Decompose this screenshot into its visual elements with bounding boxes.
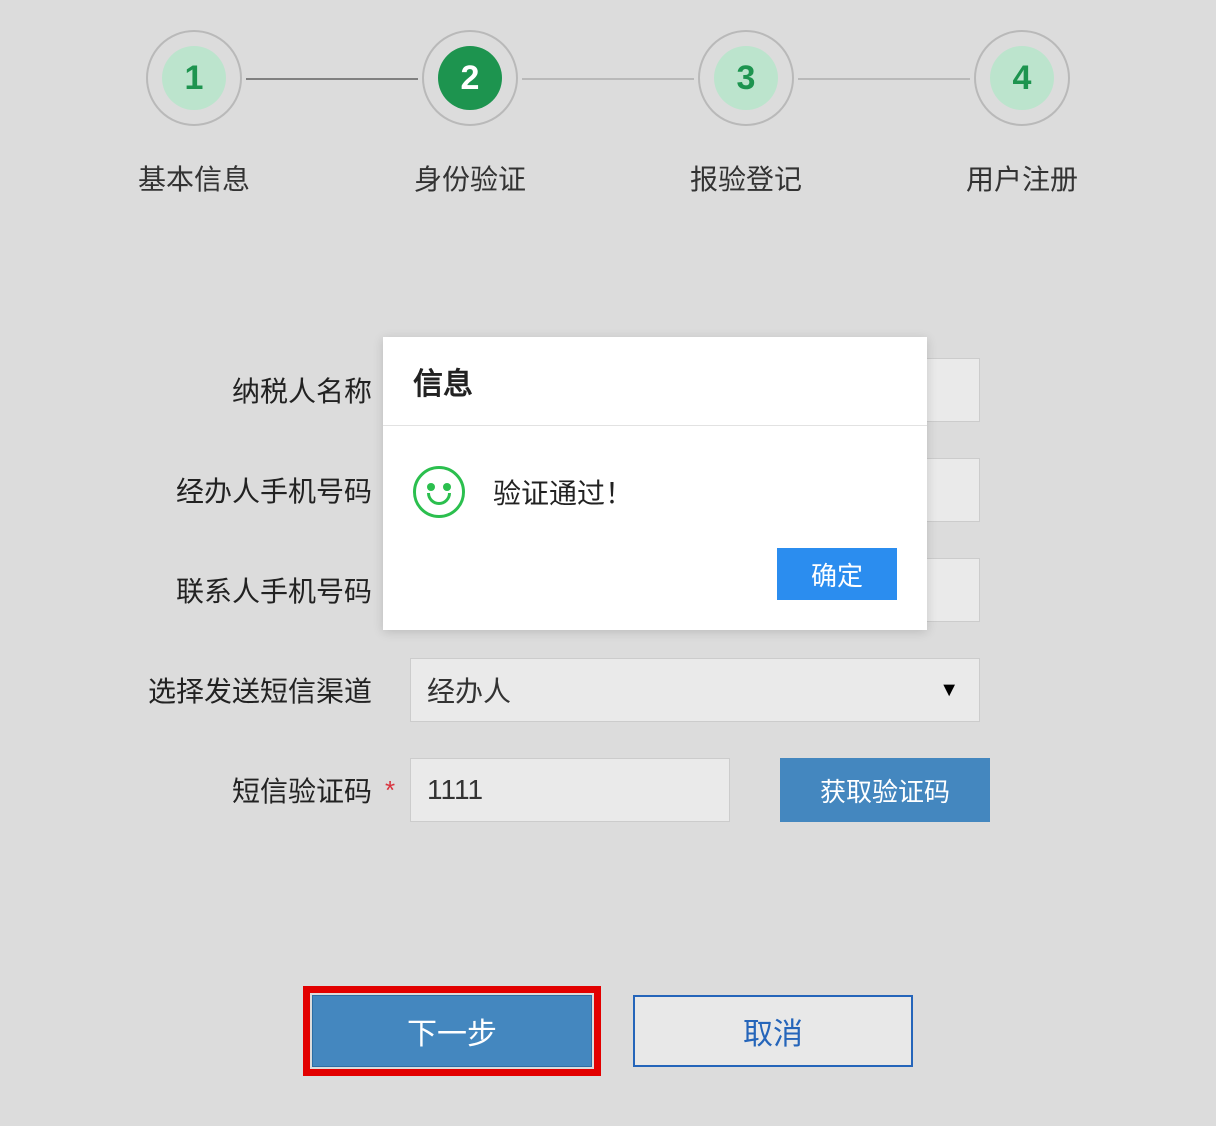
step-4-label: 用户注册 [966, 158, 1078, 198]
footer-buttons: 下一步 取消 [0, 986, 1216, 1076]
agent-phone-label: 经办人手机号码 [120, 470, 380, 510]
next-button-highlight: 下一步 [303, 986, 601, 1076]
sms-channel-row: 选择发送短信渠道 经办人 ▼ [120, 658, 1216, 722]
modal-message: 验证通过！ [493, 472, 633, 512]
success-smile-icon [413, 466, 465, 518]
sms-code-input[interactable] [410, 758, 730, 822]
sms-channel-value: 经办人 [427, 670, 511, 710]
step-4: 4 用户注册 [966, 30, 1078, 198]
step-3: 3 报验登记 [690, 30, 802, 198]
sms-code-row: 短信验证码 * 获取验证码 [120, 758, 1216, 822]
info-modal: 信息 验证通过！ 确定 [383, 337, 927, 630]
step-2: 2 身份验证 [414, 30, 526, 198]
step-4-circle: 4 [974, 30, 1070, 126]
modal-title: 信息 [383, 337, 927, 426]
taxpayer-name-label: 纳税人名称 [120, 370, 380, 410]
required-mark: * [380, 775, 400, 806]
step-connector [798, 78, 970, 80]
modal-ok-button[interactable]: 确定 [777, 548, 897, 600]
step-connector [246, 78, 418, 80]
get-code-button[interactable]: 获取验证码 [780, 758, 990, 822]
contact-phone-label: 联系人手机号码 [120, 570, 380, 610]
next-button[interactable]: 下一步 [312, 995, 592, 1067]
sms-channel-label: 选择发送短信渠道 [120, 670, 380, 710]
step-1-circle: 1 [146, 30, 242, 126]
step-connector [522, 78, 694, 80]
step-1-label: 基本信息 [138, 158, 250, 198]
stepper: 1 基本信息 2 身份验证 3 报验登记 4 用户注册 [0, 0, 1216, 198]
step-2-label: 身份验证 [414, 158, 526, 198]
cancel-button[interactable]: 取消 [633, 995, 913, 1067]
modal-footer: 确定 [383, 548, 927, 630]
step-3-circle: 3 [698, 30, 794, 126]
sms-code-label: 短信验证码 [120, 770, 380, 810]
step-3-label: 报验登记 [690, 158, 802, 198]
step-1: 1 基本信息 [138, 30, 250, 198]
step-2-circle: 2 [422, 30, 518, 126]
modal-body: 验证通过！ [383, 426, 927, 548]
sms-channel-select[interactable]: 经办人 ▼ [410, 658, 980, 722]
chevron-down-icon: ▼ [939, 679, 959, 702]
